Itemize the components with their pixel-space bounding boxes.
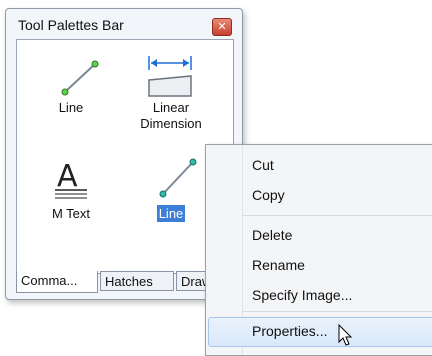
palette-tabs: Comma... Hatches Draw	[16, 271, 232, 293]
tool-line[interactable]: Line	[21, 54, 121, 134]
tab-hatches[interactable]: Hatches	[100, 271, 174, 291]
menu-separator	[242, 311, 432, 312]
tab-commands[interactable]: Comma...	[16, 271, 98, 293]
selected-tool-label: Line	[156, 205, 186, 222]
menu-item-delete[interactable]: Delete	[252, 227, 292, 243]
mtext-icon: A	[55, 159, 87, 199]
menu-item-copy[interactable]: Copy	[252, 187, 285, 203]
menu-separator	[242, 215, 432, 216]
palette-content: Line Linear Dimension A M Text Line	[16, 39, 234, 274]
menu-item-rename[interactable]: Rename	[252, 257, 305, 273]
palette-title: Tool Palettes Bar	[18, 17, 124, 33]
tool-label: Linear Dimension	[140, 100, 202, 131]
line-icon	[61, 60, 99, 96]
line-icon	[159, 158, 197, 198]
menu-item-specify-image[interactable]: Specify Image...	[252, 287, 352, 303]
palette-titlebar[interactable]: Tool Palettes Bar ✕	[6, 9, 242, 39]
close-button[interactable]: ✕	[212, 18, 232, 36]
linear-dimension-icon	[148, 56, 192, 97]
close-icon: ✕	[217, 21, 227, 33]
tool-label: M Text	[51, 206, 91, 221]
mouse-cursor-icon	[338, 324, 353, 346]
tool-mtext[interactable]: A M Text	[21, 156, 121, 236]
context-menu: Cut Copy Delete Rename Specify Image... …	[205, 144, 432, 356]
tool-linear-dimension[interactable]: Linear Dimension	[121, 54, 221, 150]
tool-label: Line	[58, 100, 84, 115]
menu-item-cut[interactable]: Cut	[252, 157, 274, 173]
menu-item-properties[interactable]: Properties...	[252, 323, 327, 339]
svg-text:A: A	[57, 159, 78, 194]
